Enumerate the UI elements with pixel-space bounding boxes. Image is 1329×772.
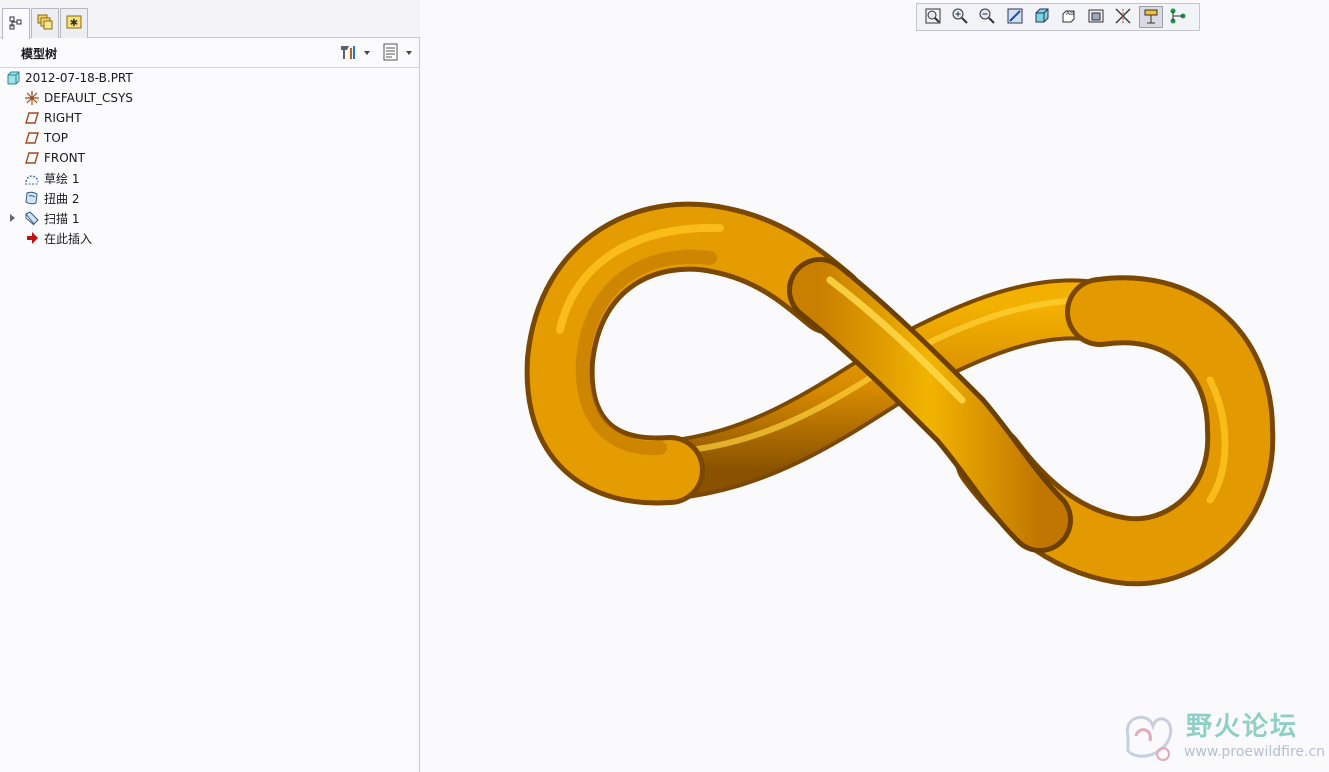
- chevron-down-icon: [364, 51, 370, 55]
- tree-item-label: 扫描 1: [44, 211, 80, 226]
- view-manager-button[interactable]: [1084, 6, 1108, 28]
- model-tree-tab[interactable]: [2, 8, 30, 39]
- datum-plane-icon: [24, 110, 40, 126]
- navigator-tabs: ✱: [0, 0, 420, 39]
- tree-filter-icon: [382, 42, 400, 65]
- zoom-in-button[interactable]: [948, 6, 972, 28]
- model-tree-header: 模型树: [0, 38, 420, 68]
- zoom-out-button[interactable]: [975, 6, 999, 28]
- creo-window: ✱ 模型树 2012-07-18-B.PRT DEFAULT_CSYS RIGH…: [0, 0, 1329, 772]
- svg-text:AB: AB: [1066, 10, 1074, 17]
- tree-item-front[interactable]: FRONT: [0, 148, 418, 168]
- tree-item-part[interactable]: 2012-07-18-B.PRT: [0, 68, 418, 88]
- tree-item-top[interactable]: TOP: [0, 128, 418, 148]
- favorites-tab[interactable]: ✱: [60, 8, 88, 38]
- tree-item-label: RIGHT: [44, 111, 82, 125]
- tree-settings-icon: [338, 42, 358, 65]
- chevron-down-icon: [406, 51, 412, 55]
- svg-text:✱: ✱: [70, 18, 78, 29]
- datum-plane-icon: [24, 150, 40, 166]
- watermark-logo-icon: [1118, 706, 1180, 769]
- tree-item-label: DEFAULT_CSYS: [44, 91, 133, 105]
- spin-center-button[interactable]: [1138, 6, 1163, 28]
- zoom-out-icon: [978, 7, 996, 28]
- tree-item-sweep-1[interactable]: 扫描 1: [0, 208, 418, 228]
- datum-plane-icon: [24, 130, 40, 146]
- warp-icon: [24, 190, 40, 206]
- favorites-icon: ✱: [65, 13, 83, 34]
- model-tree-icon: [8, 15, 24, 34]
- zoom-in-icon: [951, 7, 969, 28]
- part-icon: [5, 70, 21, 86]
- datum-display-icon: [1114, 7, 1132, 28]
- insert-here-icon: [24, 230, 40, 246]
- annotation-display-icon: [1169, 7, 1187, 28]
- watermark-name: 野火论坛: [1186, 712, 1299, 742]
- graphics-window[interactable]: 野火论坛 www.proewildfire.cn: [421, 0, 1329, 772]
- view-manager-icon: [1087, 7, 1105, 28]
- repaint-icon: [1006, 7, 1024, 28]
- forum-watermark: 野火论坛 www.proewildfire.cn: [1118, 700, 1328, 772]
- tree-item-warp-2[interactable]: 扭曲 2: [0, 188, 418, 208]
- tree-settings-button[interactable]: [338, 42, 370, 64]
- repaint-button[interactable]: [1003, 6, 1027, 28]
- sweep-icon: [24, 210, 40, 226]
- layers-icon: [36, 13, 54, 34]
- display-style-button[interactable]: [1030, 6, 1054, 28]
- watermark-url: www.proewildfire.cn: [1184, 744, 1326, 760]
- tree-item-label: 扭曲 2: [44, 191, 80, 206]
- display-style-icon: [1033, 7, 1051, 28]
- graphics-toolbar: AB: [916, 3, 1200, 31]
- spin-center-icon: [1142, 7, 1160, 28]
- refit-icon: [924, 7, 942, 28]
- tree-item-label: 2012-07-18-B.PRT: [25, 71, 133, 85]
- saved-orientations-button[interactable]: AB: [1057, 6, 1081, 28]
- infinity-sweep-model[interactable]: [421, 0, 1329, 772]
- datum-display-button[interactable]: [1111, 6, 1135, 28]
- csys-icon: [24, 90, 40, 106]
- tree-item-label: 在此插入: [44, 231, 93, 246]
- tree-filter-button[interactable]: [382, 42, 412, 64]
- refit-button[interactable]: [921, 6, 945, 28]
- tree-item-insert-here[interactable]: 在此插入: [0, 228, 418, 248]
- tree-item-label: FRONT: [44, 151, 85, 165]
- layers-tab[interactable]: [31, 8, 59, 38]
- model-tree-title: 模型树: [21, 47, 58, 61]
- tree-item-right[interactable]: RIGHT: [0, 108, 418, 128]
- expand-arrow-icon[interactable]: [10, 214, 15, 222]
- tree-item-label: TOP: [44, 131, 69, 145]
- tree-item-default-csys[interactable]: DEFAULT_CSYS: [0, 88, 418, 108]
- sketch-icon: [24, 170, 40, 186]
- model-tree: 2012-07-18-B.PRT DEFAULT_CSYS RIGHT TOP: [0, 68, 418, 248]
- navigator-panel: ✱ 模型树 2012-07-18-B.PRT DEFAULT_CSYS RIGH…: [0, 0, 420, 772]
- tree-item-sketch-1[interactable]: 草绘 1: [0, 168, 418, 188]
- annotation-display-button[interactable]: [1166, 6, 1190, 28]
- tree-item-label: 草绘 1: [44, 171, 80, 186]
- saved-orientations-icon: AB: [1060, 7, 1078, 28]
